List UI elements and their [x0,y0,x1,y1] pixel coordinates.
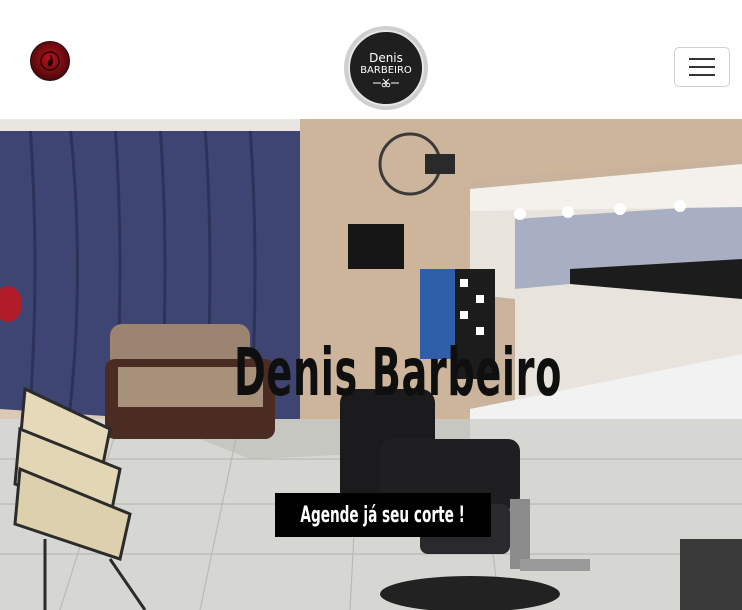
app-badge-icon[interactable] [30,41,70,81]
hamburger-menu-icon-bar [689,58,715,60]
hero-title: Denis Barbeiro [234,334,562,411]
hamburger-menu-icon-bar [689,66,715,68]
brand-logo-badge: Denis BARBEIRO [348,30,424,106]
hamburger-menu-icon-bar [689,74,715,76]
flame-icon [40,51,60,71]
book-appointment-label: Agende já seu corte ! [300,502,466,528]
hero-section: Denis Barbeiro Agende já seu corte ! [0,119,742,610]
navbar: Denis BARBEIRO [0,0,742,119]
brand-logo[interactable]: Denis BARBEIRO [344,26,428,110]
logo-text-barbeiro: BARBEIRO [360,64,412,76]
hamburger-menu-button[interactable] [674,47,730,87]
logo-text-name: Denis [369,50,403,65]
scissors-icon [373,78,399,87]
book-appointment-button[interactable]: Agende já seu corte ! [275,493,491,537]
